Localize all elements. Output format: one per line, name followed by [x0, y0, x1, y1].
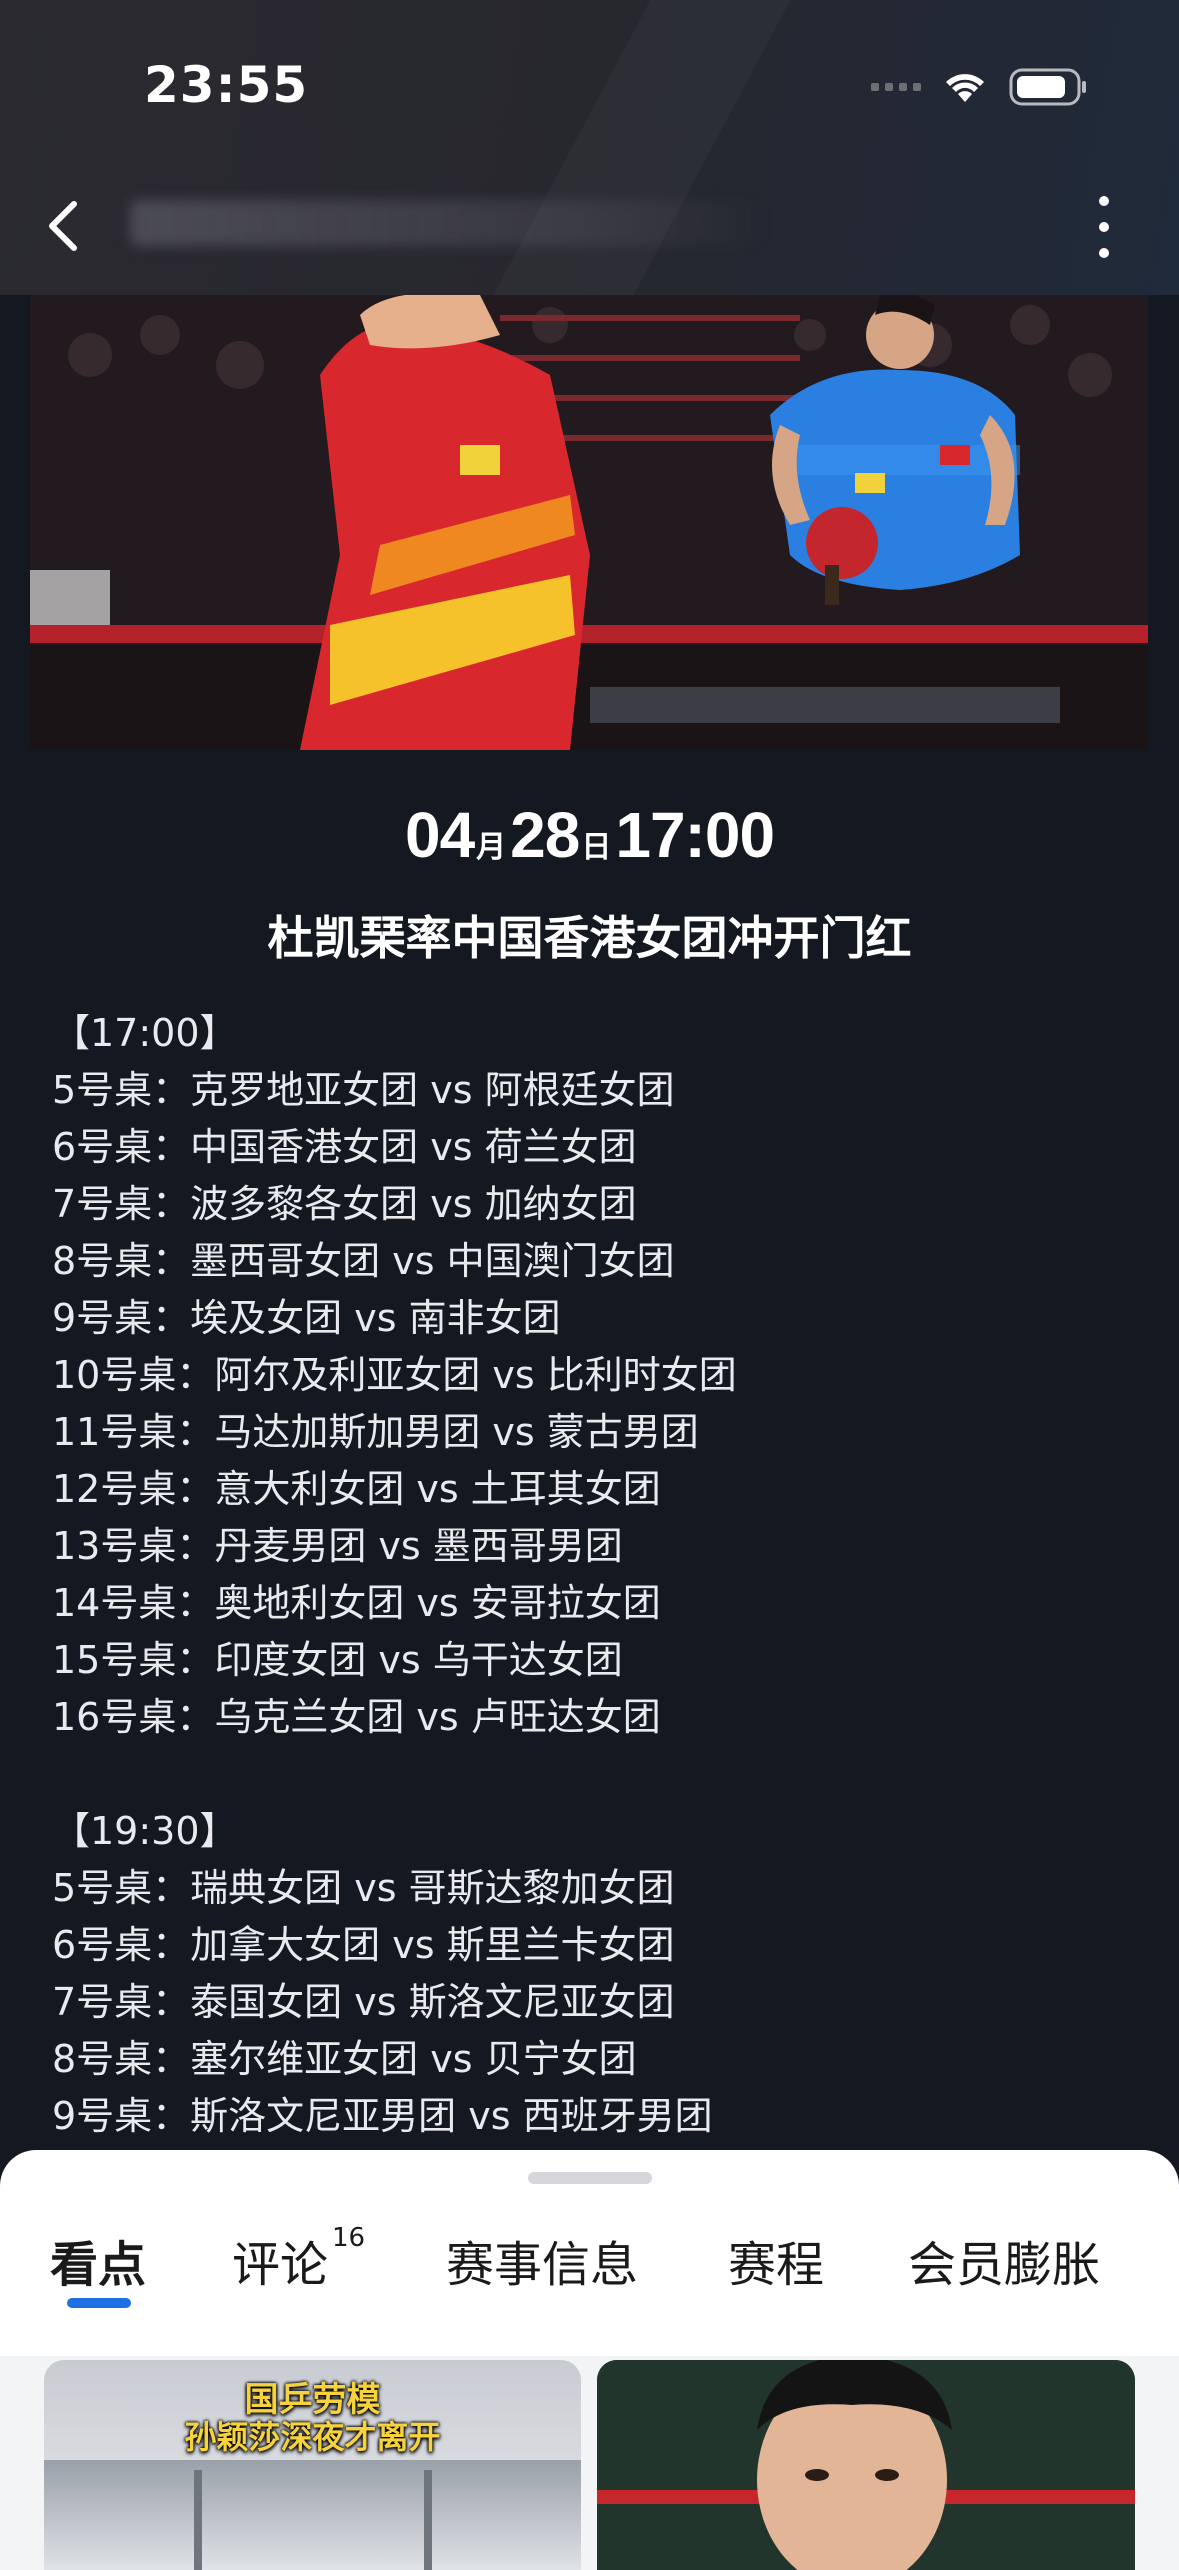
schedule-line: 7号桌：泰国女团 vs 斯洛文尼亚女团	[52, 1980, 675, 2024]
schedule-line: 13号桌：丹麦男团 vs 墨西哥男团	[52, 1524, 623, 1568]
schedule-line: 15号桌：印度女团 vs 乌干达女团	[52, 1638, 623, 1682]
schedule-line: 8号桌：墨西哥女团 vs 中国澳门女团	[52, 1239, 675, 1283]
schedule-line: 7号桌：波多黎各女团 vs 加纳女团	[52, 1182, 637, 1226]
card-thumbnail	[44, 2460, 581, 2570]
schedule-line: 6号桌：加拿大女团 vs 斯里兰卡女团	[52, 1923, 675, 1967]
tab-bar: 看点 评论 16 赛事信息 赛程 会员膨胀	[0, 2223, 1179, 2305]
tab-membership[interactable]: 会员膨胀	[908, 2225, 1100, 2295]
drag-handle[interactable]	[528, 2172, 652, 2184]
comment-count-badge: 16	[332, 2223, 366, 2253]
more-dot-icon	[1099, 196, 1109, 206]
schedule-line: 9号桌：埃及女团 vs 南非女团	[52, 1296, 561, 1340]
match-month: 04	[404, 799, 475, 871]
schedule-line: 9号桌：斯洛文尼亚男团 vs 西班牙男团	[52, 2094, 713, 2138]
battery-icon	[1009, 67, 1089, 107]
schedule-line: 12号桌：意大利女团 vs 土耳其女团	[52, 1467, 661, 1511]
schedule-line: 5号桌：瑞典女团 vs 哥斯达黎加女团	[52, 1866, 675, 1910]
match-time: 17:00	[615, 799, 775, 871]
tab-highlights[interactable]: 看点	[50, 2225, 146, 2295]
header: 23:55	[0, 0, 1179, 295]
schedule-line: 10号桌：阿尔及利亚女团 vs 比利时女团	[52, 1353, 737, 1397]
video-card[interactable]: 国乒劳模 孙颖莎深夜才离开	[44, 2360, 581, 2570]
video-card[interactable]	[597, 2360, 1135, 2570]
schedule-line: 8号桌：塞尔维亚女团 vs 贝宁女团	[52, 2037, 637, 2081]
active-tab-indicator	[67, 2298, 131, 2308]
month-unit: 月	[476, 831, 507, 864]
schedule-line: 5号桌：克罗地亚女团 vs 阿根廷女团	[52, 1068, 675, 1112]
status-icons	[871, 62, 1089, 112]
wifi-icon	[943, 70, 987, 104]
schedule-line: 6号桌：中国香港女团 vs 荷兰女团	[52, 1125, 637, 1169]
session-time-label: 【17:00】	[52, 1011, 238, 1055]
signal-icon	[871, 83, 921, 91]
header-decoration	[448, 0, 811, 295]
tab-comments[interactable]: 评论 16	[232, 2223, 366, 2295]
more-options-button[interactable]	[1089, 196, 1119, 258]
video-frame	[30, 295, 1148, 750]
tab-label: 赛事信息	[446, 2237, 639, 2293]
schedule-list: 【17:00】 5号桌：克罗地亚女团 vs 阿根廷女团 6号桌：中国香港女团 v…	[52, 1005, 737, 2145]
status-time: 23:55	[144, 56, 309, 114]
match-day: 28	[510, 799, 580, 871]
session-spacer	[52, 1746, 737, 1803]
card-thumbnail	[597, 2360, 1135, 2570]
tab-event-info[interactable]: 赛事信息	[446, 2225, 638, 2295]
schedule-line: 11号桌：马达加斯加男团 vs 蒙古男团	[52, 1410, 699, 1454]
more-dot-icon	[1099, 222, 1109, 232]
chevron-left-icon	[49, 201, 77, 251]
tab-label: 赛程	[728, 2237, 825, 2293]
video-player[interactable]	[30, 295, 1148, 750]
match-datetime: 04月28日17:00	[0, 798, 1179, 872]
tab-label: 会员膨胀	[908, 2237, 1101, 2293]
day-unit: 日	[581, 831, 612, 864]
header-title-blurred	[130, 200, 770, 246]
tab-label: 看点	[50, 2237, 147, 2293]
match-title: 杜凯琹率中国香港女团冲开门红	[267, 911, 912, 965]
more-dot-icon	[1099, 248, 1109, 258]
schedule-line: 16号桌：乌克兰女团 vs 卢旺达女团	[52, 1695, 661, 1739]
tab-label: 评论	[232, 2237, 329, 2293]
bottom-sheet: 看点 评论 16 赛事信息 赛程 会员膨胀 国乒劳模 孙颖莎深夜才离开	[0, 2150, 1179, 2570]
session-time-label: 【19:30】	[52, 1809, 238, 1853]
card-caption: 孙颖莎深夜才离开	[184, 2418, 441, 2456]
schedule-line: 14号桌：奥地利女团 vs 安哥拉女团	[52, 1581, 661, 1625]
tab-schedule[interactable]: 赛程	[728, 2225, 824, 2295]
back-button[interactable]	[40, 196, 92, 256]
